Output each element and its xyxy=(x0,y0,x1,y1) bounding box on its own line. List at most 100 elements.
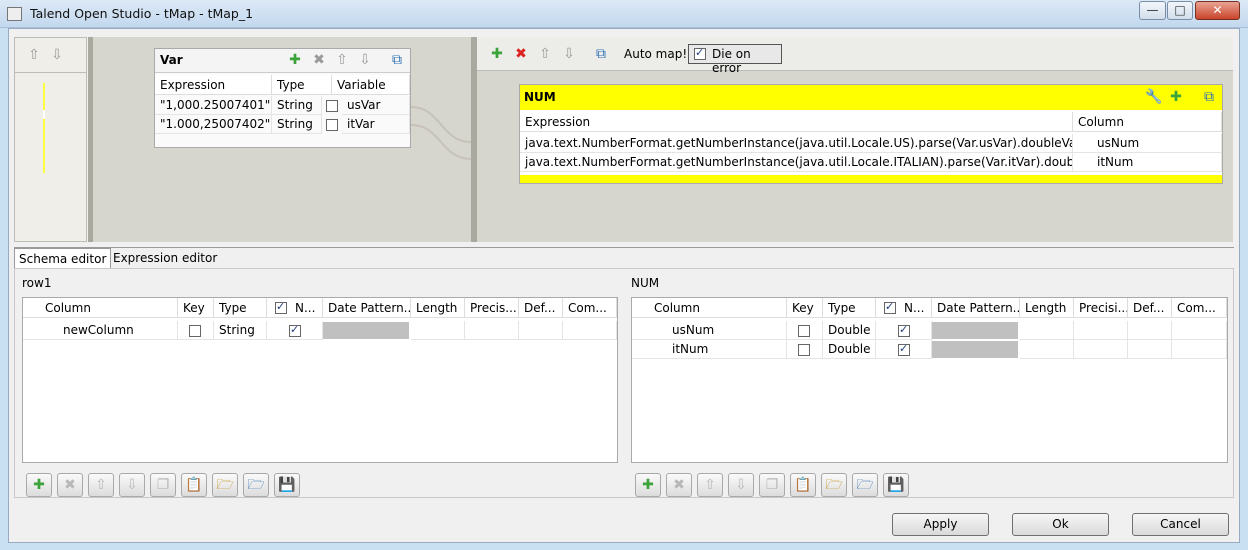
col-precision: Precis... xyxy=(465,298,519,318)
var-expression-cell[interactable]: "1,000.25007401" xyxy=(155,96,272,115)
var-checkbox[interactable] xyxy=(326,100,338,112)
nullable-header-checkbox[interactable] xyxy=(884,300,896,314)
col-comment: Com... xyxy=(1172,298,1227,318)
col-comment: Com... xyxy=(563,298,617,318)
schema-default-cell[interactable] xyxy=(1128,340,1172,359)
var-name-cell[interactable]: itVar xyxy=(342,115,410,134)
minimize-icon[interactable]: ⧉ xyxy=(592,45,610,63)
schema-precision-cell[interactable] xyxy=(1074,321,1128,340)
move-up-button[interactable]: ⇧ xyxy=(88,473,114,497)
schema-comment-cell[interactable] xyxy=(1172,321,1227,340)
export-schema-button[interactable]: 🗁 xyxy=(243,473,269,497)
col-length: Length xyxy=(1020,298,1074,318)
import-schema-button[interactable]: 🗁 xyxy=(821,473,847,497)
schema-comment-cell[interactable] xyxy=(563,321,617,340)
key-checkbox[interactable] xyxy=(189,325,201,337)
input-pane: ⇧ ⇩ xyxy=(14,37,87,242)
remove-icon[interactable]: ✖ xyxy=(512,45,530,63)
minimize-window-button[interactable]: — xyxy=(1139,1,1166,20)
schema-length-cell[interactable] xyxy=(1020,340,1074,359)
output-table-title: NUM xyxy=(524,90,556,104)
auto-map-button[interactable]: Auto map! xyxy=(624,47,687,61)
col-column: Column xyxy=(23,298,178,318)
output-expression-cell[interactable]: java.text.NumberFormat.getNumberInstance… xyxy=(520,134,1073,153)
nullable-checkbox[interactable] xyxy=(898,342,910,356)
plus-icon[interactable]: ✚ xyxy=(1167,88,1185,106)
var-checkbox[interactable] xyxy=(326,119,338,131)
tab-expression-editor[interactable]: Expression editor xyxy=(109,248,221,268)
move-down-button[interactable]: ⇩ xyxy=(728,473,754,497)
ok-button[interactable]: Ok xyxy=(1012,513,1109,536)
schema-comment-cell[interactable] xyxy=(1172,340,1227,359)
save-icon[interactable]: 💾 xyxy=(274,473,300,497)
mapping-links xyxy=(411,106,471,160)
schema-type-cell[interactable]: String xyxy=(214,321,267,340)
nullable-header-checkbox[interactable] xyxy=(275,300,287,314)
minimize-icon[interactable]: ⧉ xyxy=(1200,88,1218,106)
arrow-down-icon[interactable]: ⇩ xyxy=(560,45,578,63)
add-row-button[interactable]: ✚ xyxy=(26,473,52,497)
col-type: Type xyxy=(214,298,267,318)
plus-icon[interactable]: ✚ xyxy=(286,51,304,69)
schema-length-cell[interactable] xyxy=(1020,321,1074,340)
key-checkbox[interactable] xyxy=(798,325,810,337)
close-window-button[interactable]: ✕ xyxy=(1195,1,1240,20)
remove-row-button[interactable]: ✖ xyxy=(57,473,83,497)
export-schema-button[interactable]: 🗁 xyxy=(852,473,878,497)
left-schema-title: row1 xyxy=(22,276,52,290)
date-pattern-cell xyxy=(932,341,1018,358)
key-checkbox[interactable] xyxy=(798,344,810,356)
nullable-checkbox[interactable] xyxy=(898,323,910,337)
arrow-up-icon[interactable]: ⇧ xyxy=(536,45,554,63)
schema-precision-cell[interactable] xyxy=(465,321,519,340)
move-down-button[interactable]: ⇩ xyxy=(119,473,145,497)
var-type-cell[interactable]: String xyxy=(272,115,322,134)
var-type-cell[interactable]: String xyxy=(272,96,322,115)
arrow-down-icon[interactable]: ⇩ xyxy=(356,51,374,69)
nullable-checkbox[interactable] xyxy=(289,323,301,337)
col-expression: Expression xyxy=(155,75,272,95)
minimize-icon[interactable]: ⧉ xyxy=(388,51,406,69)
output-expression-cell[interactable]: java.text.NumberFormat.getNumberInstance… xyxy=(520,153,1073,172)
col-length: Length xyxy=(411,298,465,318)
cancel-button[interactable]: Cancel xyxy=(1132,513,1229,536)
schema-type-cell[interactable]: Double xyxy=(823,340,876,359)
schema-default-cell[interactable] xyxy=(519,321,563,340)
arrow-up-icon[interactable]: ⇧ xyxy=(333,51,351,69)
schema-length-cell[interactable] xyxy=(411,321,465,340)
remove-row-button[interactable]: ✖ xyxy=(666,473,692,497)
output-column-cell[interactable]: usNum xyxy=(1073,134,1222,153)
plus-icon[interactable]: ✚ xyxy=(488,45,506,63)
col-key: Key xyxy=(787,298,823,318)
arrow-up-icon[interactable]: ⇧ xyxy=(25,46,43,64)
add-row-button[interactable]: ✚ xyxy=(635,473,661,497)
maximize-window-button[interactable]: □ xyxy=(1167,1,1193,20)
save-icon[interactable]: 💾 xyxy=(883,473,909,497)
move-up-button[interactable]: ⇧ xyxy=(697,473,723,497)
wrench-icon[interactable]: 🔧 xyxy=(1145,88,1163,106)
die-on-error-checkbox[interactable] xyxy=(694,46,706,60)
paste-button[interactable]: 📋 xyxy=(790,473,816,497)
left-schema-table: Column Key Type N... Date Pattern... Len… xyxy=(22,297,618,463)
output-column-cell[interactable]: itNum xyxy=(1073,153,1222,172)
tab-schema-editor[interactable]: Schema editor xyxy=(14,248,112,268)
col-date-pattern: Date Pattern... xyxy=(932,298,1020,318)
paste-button[interactable]: 📋 xyxy=(181,473,207,497)
copy-button[interactable]: ❐ xyxy=(759,473,785,497)
remove-icon[interactable]: ✖ xyxy=(310,51,328,69)
col-expression: Expression xyxy=(520,112,1073,132)
arrow-down-icon[interactable]: ⇩ xyxy=(48,46,66,64)
var-name-cell[interactable]: usVar xyxy=(342,96,410,115)
import-schema-button[interactable]: 🗁 xyxy=(212,473,238,497)
schema-type-cell[interactable]: Double xyxy=(823,321,876,340)
die-on-error-toggle[interactable]: Die on error xyxy=(688,44,782,75)
apply-button[interactable]: Apply xyxy=(892,513,989,536)
copy-button[interactable]: ❐ xyxy=(150,473,176,497)
schema-column-cell[interactable]: usNum xyxy=(632,321,787,340)
var-expression-cell[interactable]: "1.000,25007402" xyxy=(155,115,272,134)
schema-column-cell[interactable]: newColumn xyxy=(23,321,178,340)
schema-precision-cell[interactable] xyxy=(1074,340,1128,359)
schema-column-cell[interactable]: itNum xyxy=(632,340,787,359)
col-type: Type xyxy=(823,298,876,318)
schema-default-cell[interactable] xyxy=(1128,321,1172,340)
